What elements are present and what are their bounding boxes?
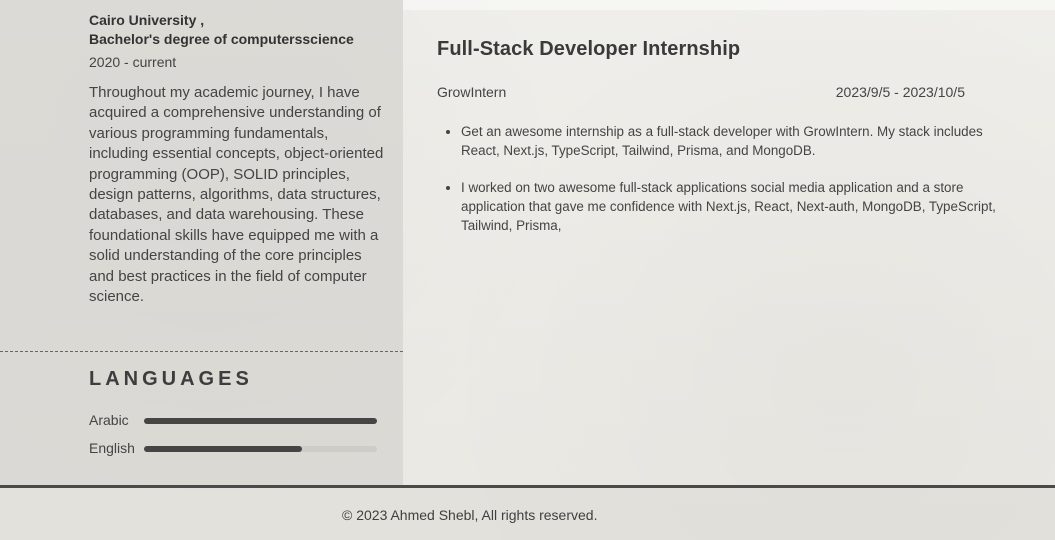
language-level-fill (144, 446, 303, 452)
experience-bullet: I worked on two awesome full-stack appli… (461, 178, 1003, 235)
languages-title: LANGUAGES (89, 368, 253, 390)
footer-copyright: © 2023 Ahmed Shebl, All rights reserved. (342, 507, 598, 523)
language-level-bar (144, 418, 377, 424)
section-divider (0, 351, 403, 352)
company-name: GrowIntern (437, 84, 507, 100)
education-school: Cairo University , (89, 12, 205, 28)
job-title: Full-Stack Developer Internship (437, 38, 741, 60)
education-description: Throughout my academic journey, I have a… (89, 84, 384, 306)
left-sidebar: Cairo University , Bachelor's degree of … (0, 0, 403, 485)
language-row-arabic: Arabic (89, 411, 389, 431)
education-degree: Bachelor's degree of computersscience (89, 31, 354, 47)
experience-bullet: Get an awesome internship as a full-stac… (461, 122, 1003, 160)
job-date: 2023/9/5 - 2023/10/5 (835, 84, 965, 100)
top-band (403, 0, 1055, 10)
language-name: English (89, 440, 135, 456)
language-row-english: English (89, 439, 389, 459)
language-name: Arabic (89, 412, 129, 428)
language-level-fill (144, 418, 377, 424)
experience-bullets: Get an awesome internship as a full-stac… (437, 122, 1003, 253)
language-level-bar (144, 446, 377, 452)
education-date: 2020 - current (89, 54, 177, 70)
